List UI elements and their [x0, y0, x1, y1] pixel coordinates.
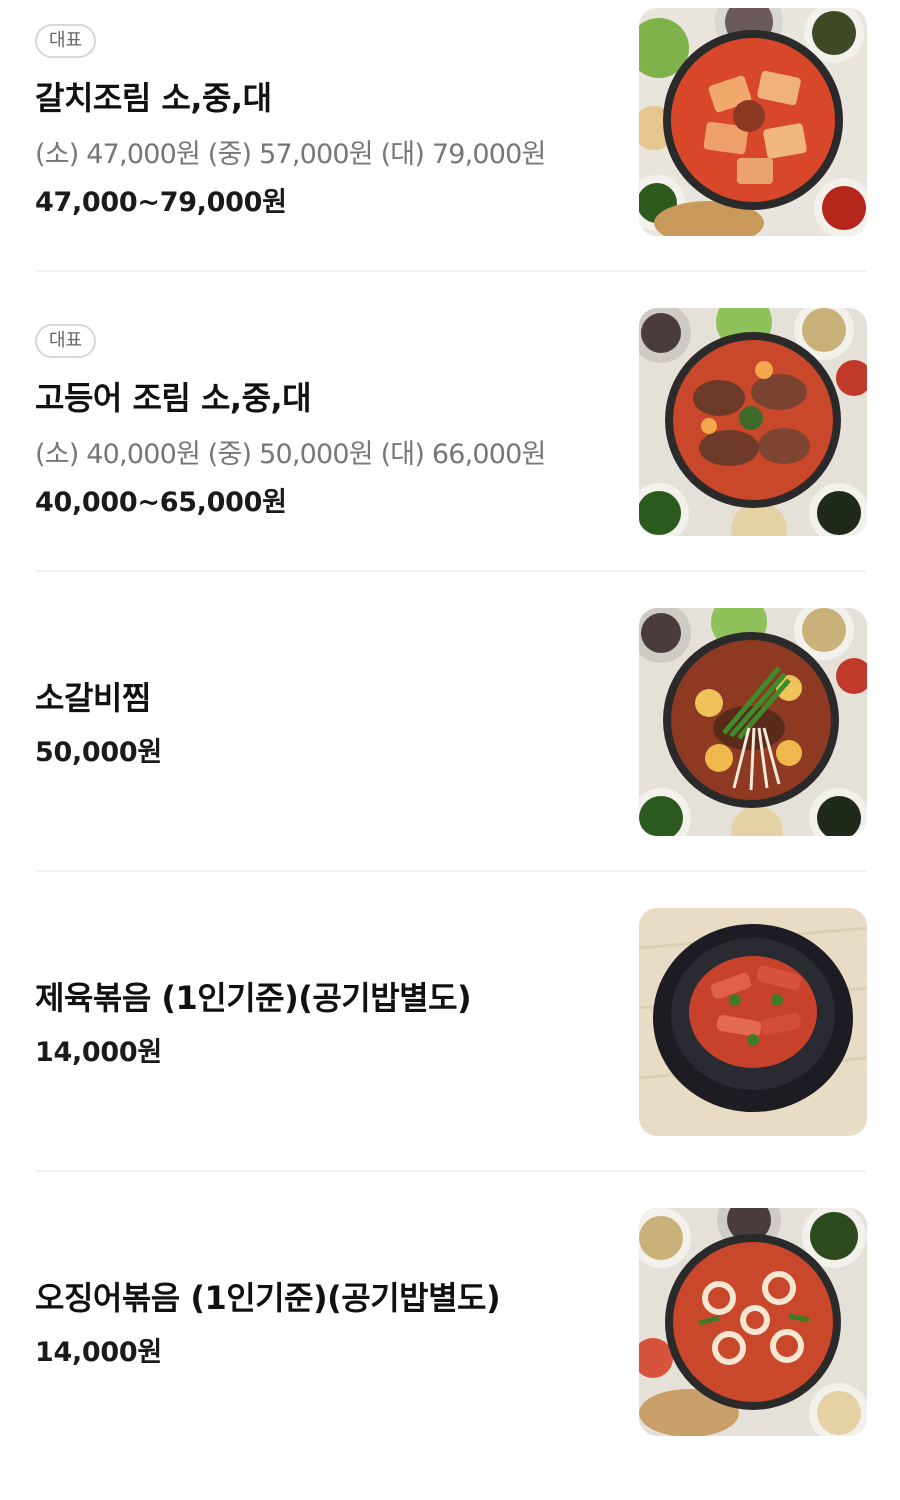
menu-item-price: 40,000~65,000원	[35, 487, 287, 518]
signature-badge: 대표	[35, 24, 97, 58]
menu-item-photo[interactable]	[639, 8, 867, 236]
menu-item-name: 오징어볶음 (1인기준)(공기밥별도)	[35, 1279, 501, 1317]
menu-item-cutlassfish[interactable]: 대표 갈치조림 소,중,대 (소) 47,000원 (중) 57,000원 (대…	[0, 0, 900, 300]
menu-item-price: 50,000원	[35, 737, 162, 768]
menu-item-photo[interactable]	[639, 1208, 867, 1436]
menu-item-description: (소) 40,000원 (중) 50,000원 (대) 66,000원	[35, 439, 546, 470]
menu-item-spicy-squid[interactable]: 오징어볶음 (1인기준)(공기밥별도) 14,000원	[0, 1200, 900, 1500]
menu-item-short-ribs[interactable]: 소갈비찜 50,000원	[0, 600, 900, 900]
menu-item-price: 47,000~79,000원	[35, 187, 287, 218]
menu-item-photo[interactable]	[639, 308, 867, 536]
divider	[35, 870, 866, 872]
menu-item-name: 소갈비찜	[35, 679, 151, 717]
signature-badge: 대표	[35, 324, 97, 358]
menu-list: 대표 갈치조림 소,중,대 (소) 47,000원 (중) 57,000원 (대…	[0, 0, 900, 1446]
menu-item-photo[interactable]	[639, 608, 867, 836]
menu-item-name: 제육볶음 (1인기준)(공기밥별도)	[35, 979, 472, 1017]
menu-item-mackerel[interactable]: 대표 고등어 조림 소,중,대 (소) 40,000원 (중) 50,000원 …	[0, 300, 900, 600]
divider	[35, 570, 866, 572]
menu-item-name: 고등어 조림 소,중,대	[35, 379, 312, 417]
menu-item-price: 14,000원	[35, 1337, 162, 1368]
menu-item-price: 14,000원	[35, 1037, 162, 1068]
divider	[35, 1170, 866, 1172]
menu-item-photo[interactable]	[639, 908, 867, 1136]
menu-item-spicy-pork[interactable]: 제육볶음 (1인기준)(공기밥별도) 14,000원	[0, 900, 900, 1200]
menu-item-description: (소) 47,000원 (중) 57,000원 (대) 79,000원	[35, 139, 546, 170]
divider	[35, 270, 866, 272]
menu-item-name: 갈치조림 소,중,대	[35, 79, 272, 117]
